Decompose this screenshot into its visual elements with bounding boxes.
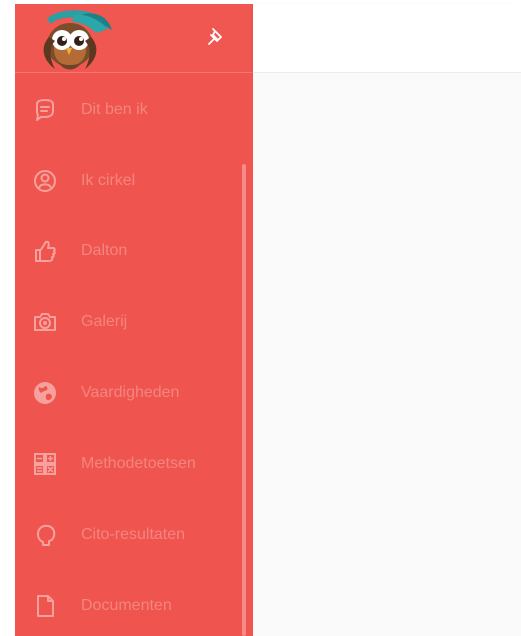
globe-icon (34, 382, 56, 404)
sidebar-item-label: Vaardigheden (81, 384, 180, 401)
sidebar-item-cito-resultaten[interactable]: Cito-resultaten (15, 508, 240, 560)
sidebar-header (15, 4, 253, 73)
document-icon (37, 595, 54, 617)
person-circle-icon (34, 170, 56, 192)
sidebar-item-dit-ben-ik[interactable]: Dit ben ik (15, 83, 240, 135)
sidebar-item-label: Ik cirkel (81, 172, 136, 189)
calculator-icon (34, 453, 56, 475)
sidebar-item-label: Cito-resultaten (81, 526, 186, 543)
sidebar-navigation: Dit ben ik Ik cirkel Dalton Galerij Vaar… (15, 73, 253, 636)
sidebar-item-label: Galerij (81, 313, 128, 330)
sidebar: Dit ben ik Ik cirkel Dalton Galerij Vaar… (15, 4, 253, 636)
speech-bubble-icon (36, 99, 54, 121)
sidebar-item-ik-cirkel[interactable]: Ik cirkel (15, 154, 240, 206)
thumbs-up-icon (35, 240, 56, 262)
pin-icon[interactable] (206, 26, 228, 48)
top-bar (253, 4, 521, 73)
sidebar-item-galerij[interactable]: Galerij (15, 295, 240, 347)
app-window: Dit ben ik Ik cirkel Dalton Galerij Vaar… (0, 0, 521, 636)
sidebar-item-label: Documenten (81, 597, 172, 614)
owl-logo (43, 10, 112, 70)
main-content (253, 73, 521, 636)
sidebar-scrollbar[interactable] (242, 164, 246, 636)
sidebar-item-label: Dit ben ik (81, 101, 148, 118)
sidebar-item-vaardigheden[interactable]: Vaardigheden (15, 366, 240, 418)
head-profile-icon (37, 524, 56, 546)
sidebar-item-label: Dalton (81, 242, 128, 259)
sidebar-item-documenten[interactable]: Documenten (15, 579, 240, 631)
sidebar-item-dalton[interactable]: Dalton (15, 224, 240, 276)
sidebar-item-methodetoetsen[interactable]: Methodetoetsen (15, 437, 240, 489)
camera-icon (34, 313, 56, 331)
sidebar-item-label: Methodetoetsen (81, 455, 196, 472)
